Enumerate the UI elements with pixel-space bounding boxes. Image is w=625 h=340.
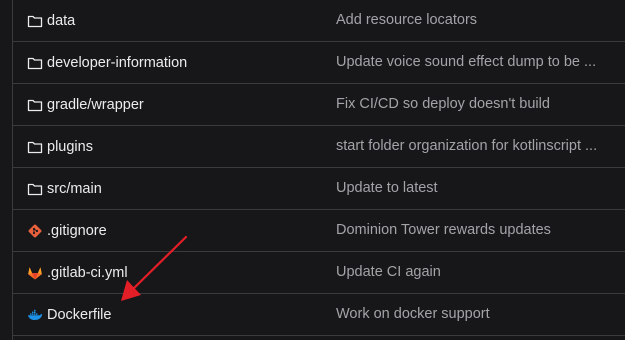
file-name: plugins <box>47 138 93 155</box>
gitlab-icon <box>27 265 43 281</box>
docker-icon <box>27 307 43 323</box>
table-row: plugins start folder organization for ko… <box>13 126 625 168</box>
folder-icon <box>27 139 43 155</box>
file-link-gitignore[interactable]: .gitignore <box>27 210 107 251</box>
commit-message-link[interactable]: Update to latest <box>336 168 438 209</box>
file-name: .gitlab-ci.yml <box>47 264 128 281</box>
table-row: developer-information Update voice sound… <box>13 42 625 84</box>
file-name: data <box>47 12 76 29</box>
commit-message-link[interactable]: start folder organization for kotlinscri… <box>336 126 597 167</box>
table-row: .gitignore Dominion Tower rewards update… <box>13 210 625 252</box>
commit-message-link[interactable]: Fix CI/CD so deploy doesn't build <box>336 84 550 125</box>
table-row: .gitlab-ci.yml Update CI again <box>13 252 625 294</box>
commit-message-link[interactable]: Work on docker support <box>336 294 490 335</box>
folder-icon <box>27 13 43 29</box>
file-name: Dockerfile <box>47 306 112 323</box>
folder-icon <box>27 55 43 71</box>
file-link-src-main[interactable]: src/main <box>27 168 102 209</box>
table-row: gradle/wrapper Fix CI/CD so deploy doesn… <box>13 84 625 126</box>
git-icon <box>27 223 43 239</box>
file-name: developer-information <box>47 54 188 71</box>
commit-message-link[interactable]: Update voice sound effect dump to be ... <box>336 42 596 83</box>
file-link-dockerfile[interactable]: Dockerfile <box>27 294 111 335</box>
table-row: src/main Update to latest <box>13 168 625 210</box>
commit-message-link[interactable]: Add resource locators <box>336 0 477 41</box>
commit-message-link[interactable]: Dominion Tower rewards updates <box>336 210 551 251</box>
folder-icon <box>27 181 43 197</box>
file-list-table: data Add resource locators developer-inf… <box>12 0 625 340</box>
commit-message-link[interactable]: Update CI again <box>336 252 441 293</box>
file-name: .gitignore <box>47 222 107 239</box>
file-link-data[interactable]: data <box>27 0 75 41</box>
file-link-gradle-wrapper[interactable]: gradle/wrapper <box>27 84 144 125</box>
file-name: src/main <box>47 180 102 197</box>
file-link-developer-information[interactable]: developer-information <box>27 42 187 83</box>
file-link-plugins[interactable]: plugins <box>27 126 93 167</box>
file-link-gitlab-ci[interactable]: .gitlab-ci.yml <box>27 252 128 293</box>
file-name: gradle/wrapper <box>47 96 144 113</box>
table-row: Dockerfile Work on docker support <box>13 294 625 336</box>
folder-icon <box>27 97 43 113</box>
table-row: data Add resource locators <box>13 0 625 42</box>
